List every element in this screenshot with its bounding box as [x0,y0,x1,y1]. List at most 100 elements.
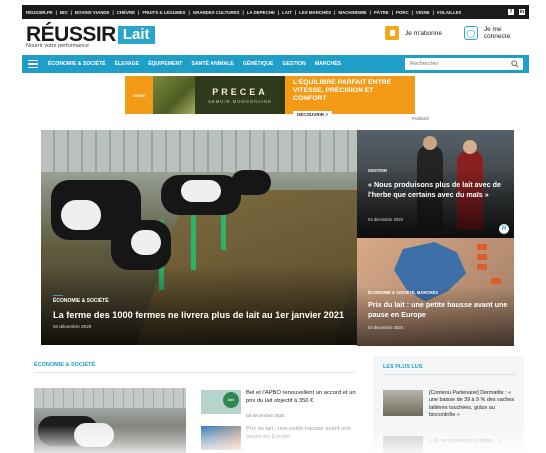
hero-photo-roof [41,130,357,172]
ad-cta-button[interactable]: DÉCOUVRIR > [293,111,332,118]
link-separator: | [242,9,244,15]
nav-items: ÉCONOMIE & SOCIÉTÉ ÉLEVAGE ÉQUIPEMENT SA… [48,61,341,67]
ad-product: PRECEA SEMOIR MONOGRAINE [195,76,285,114]
network-link[interactable]: VOLAILLES [437,10,462,15]
subscribe-icon [385,26,399,40]
network-link[interactable]: LAIT [282,10,292,15]
nav-item-gestion[interactable]: GESTION [282,61,305,67]
section-divider [34,372,356,373]
map-marker [477,244,487,250]
news-title[interactable]: Prix du lait : une petite hausse avant u… [246,426,358,441]
most-read-item[interactable]: « Je ne pouvais plus gérer... » [429,438,519,444]
link-separator: | [334,9,336,15]
photo-roof [34,388,186,408]
link-separator: | [432,9,434,15]
card-title[interactable]: Prix du lait : une petite hausse avant u… [368,300,508,319]
section-title-economie[interactable]: ÉCONOMIE & SOCIÉTÉ [34,362,95,368]
news-date: 03 décembre 2020 [246,413,285,418]
network-link[interactable]: VIGNE [416,10,430,15]
ad-brand: KUHN [133,92,145,98]
network-link[interactable]: RÉUSSIR.FR [26,10,53,15]
side-article-gestion[interactable]: GESTION « Nous produisons plus de lait a… [357,130,514,238]
card-title[interactable]: « Nous produisons plus de lait avec de l… [368,180,503,199]
section-lead-image[interactable] [34,388,186,453]
hero-photo-cow [131,230,161,255]
hero-title[interactable]: La ferme des 1000 fermes ne livrera plus… [53,310,344,320]
hero-article[interactable]: ÉCONOMIE & SOCIÉTÉ La ferme des 1000 fer… [41,130,357,345]
main-nav: ÉCONOMIE & SOCIÉTÉ ÉLEVAGE ÉQUIPEMENT SA… [22,55,529,73]
link-separator: | [369,9,371,15]
map-marker [477,254,487,260]
network-link[interactable]: PORC [396,10,409,15]
card-category[interactable]: ÉCONOMIE & SOCIÉTÉ, MARCHÉS [368,290,438,295]
hero-date: 04 décembre 2020 [53,324,92,329]
side-article-prix-lait[interactable]: ÉCONOMIE & SOCIÉTÉ, MARCHÉS Prix du lait… [357,238,514,346]
ad-label: Publicité [412,116,430,121]
link-separator: | [294,9,297,15]
top-network-bar: RÉUSSIR.FR | BIO | BOVINS VIANDE | CHÈVRE | FRUI… [22,5,529,19]
network-link[interactable]: CHÈVRE [117,10,135,15]
network-link[interactable]: PÂTRE [374,10,389,15]
hero-category[interactable]: ÉCONOMIE & SOCIÉTÉ [53,295,109,304]
network-link[interactable]: LA DEPECHE [247,10,275,15]
network-link[interactable]: BIO [60,10,68,15]
card-date: 04 décembre 2020 [368,217,403,222]
nav-item-sante-animale[interactable]: SANTÉ ANIMALE [191,61,233,67]
search-icon[interactable] [511,60,519,68]
link-separator: | [138,9,140,15]
ad-brand-logo: KUHN [125,76,153,114]
map-marker [491,278,501,284]
social-links: f in [508,9,525,15]
network-link[interactable]: LES MARCHÉS [299,10,331,15]
hero-photo-rail [191,210,196,270]
hero-photo-cow [231,170,271,195]
link-separator: | [188,9,190,15]
ad-claim-text: L'ÉQUILIBRE PARFAIT ENTRE VITESSE, PRÉCI… [293,79,392,102]
reussir-badge-icon: R [499,224,509,234]
photo-head [423,136,437,150]
link-separator: | [55,9,57,15]
nav-item-economie[interactable]: ÉCONOMIE & SOCIÉTÉ [48,61,106,67]
network-links: RÉUSSIR.FR | BIO | BOVINS VIANDE | CHÈVRE | FRUI… [26,10,461,15]
card-category[interactable]: GESTION [368,168,387,173]
card-shade [357,168,514,238]
photo-cow [74,423,114,447]
section-divider [383,374,515,375]
nav-item-equipement[interactable]: ÉQUIPEMENT [148,61,182,67]
subscribe-link[interactable]: Je m'abonne [385,26,442,40]
ad-banner[interactable]: KUHN PRECEA SEMOIR MONOGRAINE L'ÉQUILIBR… [125,76,415,118]
link-separator: | [70,9,72,15]
most-read-thumb[interactable] [383,390,423,416]
login-label: Je me connecte [483,26,511,40]
news-item[interactable]: Prix du lait : une petite hausse avant u… [201,426,361,453]
link-separator: | [112,9,114,15]
photo-head [463,140,477,154]
nav-item-elevage[interactable]: ÉLEVAGE [115,61,139,67]
subscribe-label: Je m'abonne [405,29,443,37]
most-read-item[interactable]: [Contenu Partenaire] Dermatite : « une b… [429,390,519,419]
network-link[interactable]: MACHINISME [338,10,366,15]
nav-item-marches[interactable]: MARCHÉS [315,61,341,67]
user-icon: ◯ [464,26,478,40]
link-separator: | [391,9,393,15]
news-thumb [201,426,241,450]
network-link[interactable]: FRUITS & LÉGUMES [142,10,185,15]
news-title[interactable]: Bel et l'APBO renouvellent un accord et … [246,390,358,405]
facebook-icon[interactable]: f [508,9,514,15]
most-read-thumb[interactable] [383,436,423,453]
search-input[interactable]: Rechercher [405,58,523,70]
menu-icon[interactable] [28,59,38,69]
network-link[interactable]: GRANDES CULTURES [193,10,240,15]
login-link[interactable]: ◯ Je me connecte [464,26,529,40]
news-item[interactable]: bel Bel et l'APBO renouvellent un accord… [201,390,361,420]
linkedin-icon[interactable]: in [519,9,525,15]
link-separator: | [411,9,413,15]
link-separator: | [277,9,280,15]
tagline: Nourrir votre performance [26,43,89,49]
most-read-title: LES PLUS LUS [383,364,423,370]
network-link[interactable]: BOVINS VIANDE [75,10,110,15]
hero-photo-cow [61,200,101,230]
nav-item-genetique[interactable]: GÉNÉTIQUE [243,61,274,67]
most-read-panel: LES PLUS LUS [Contenu Partenaire] Dermat… [373,356,524,453]
bel-logo: bel [223,392,239,408]
